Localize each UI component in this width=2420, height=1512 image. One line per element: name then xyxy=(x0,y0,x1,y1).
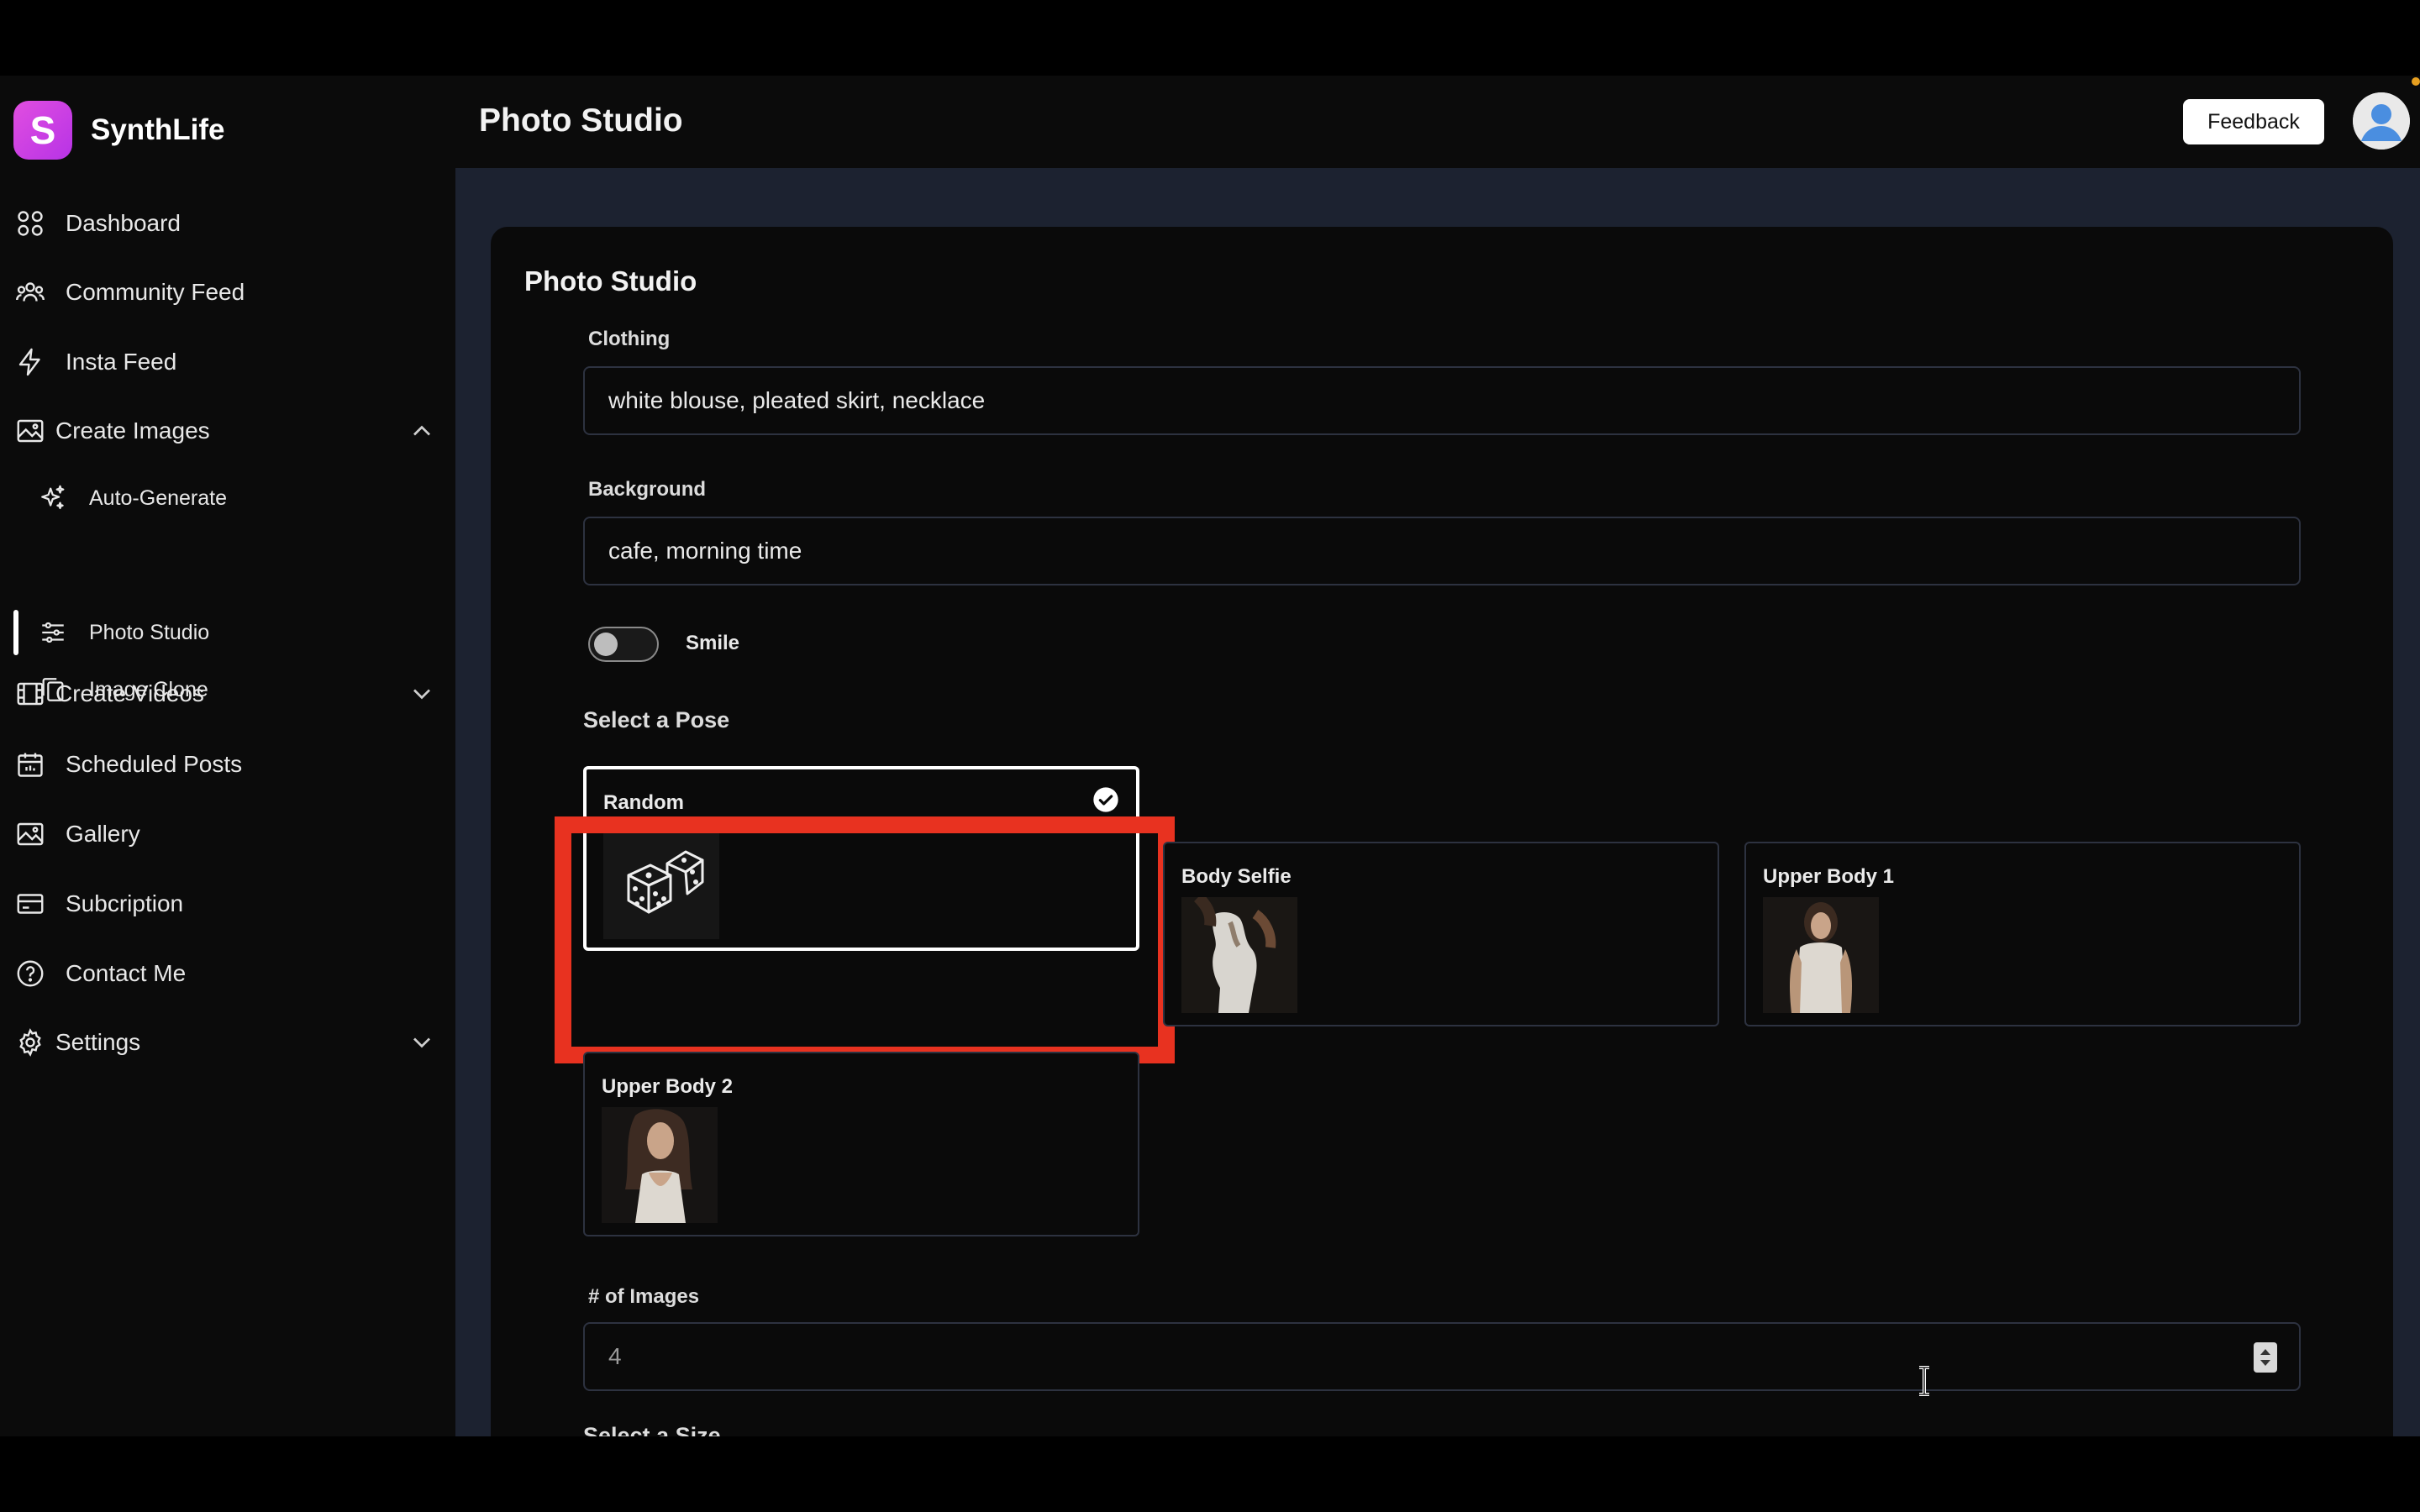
background-input[interactable]: cafe, morning time xyxy=(583,517,2301,585)
chevron-down-icon[interactable] xyxy=(407,1027,437,1058)
calendar-icon xyxy=(13,748,47,781)
sidebar-item-label: Dashboard xyxy=(66,210,181,236)
pose-card-body-selfie[interactable]: Body Selfie xyxy=(1163,842,1719,1026)
person-photo xyxy=(1181,897,1297,1013)
brand-logo: S xyxy=(13,101,72,160)
sidebar-item-label: Contact Me xyxy=(66,960,187,986)
pose-name: Body Selfie xyxy=(1181,865,1292,888)
card-icon xyxy=(13,887,47,921)
background-label: Background xyxy=(588,478,707,501)
sidebar-item-gallery[interactable]: Gallery xyxy=(13,809,442,859)
app-window: S SynthLife Dashboard Community Feed Ins… xyxy=(0,76,2420,1436)
sidebar-subitem-auto-generate[interactable]: Auto-Generate xyxy=(37,475,424,521)
number-stepper[interactable] xyxy=(2254,1342,2277,1373)
pose-thumbnail xyxy=(602,1107,718,1223)
sidebar-item-subscription[interactable]: Subcription xyxy=(13,879,442,929)
sliders-icon xyxy=(37,617,69,648)
sparkles-icon xyxy=(37,482,69,514)
feedback-button[interactable]: Feedback xyxy=(2183,99,2324,144)
gallery-icon xyxy=(13,817,47,851)
pose-name: Upper Body 2 xyxy=(602,1075,734,1098)
sidebar-item-label: Settings xyxy=(55,1029,141,1055)
sidebar-item-label: Scheduled Posts xyxy=(66,751,243,777)
sidebar-subitem-photo-studio[interactable]: Photo Studio xyxy=(37,610,424,655)
film-icon xyxy=(13,677,47,711)
sidebar-item-contact-me[interactable]: Contact Me xyxy=(13,948,442,999)
sidebar-subitem-label: Auto-Generate xyxy=(89,486,227,510)
pose-name: Upper Body 1 xyxy=(1763,865,1895,888)
page-title: Photo Studio xyxy=(479,102,683,139)
avatar[interactable] xyxy=(2353,92,2410,150)
sidebar-group-create-videos[interactable]: Create Videos xyxy=(13,669,442,719)
sidebar-item-label: Subcription xyxy=(66,890,184,916)
grid-icon xyxy=(13,207,47,240)
sidebar-item-scheduled-posts[interactable]: Scheduled Posts xyxy=(13,739,442,790)
sidebar-item-label: Insta Feed xyxy=(66,349,177,375)
smile-label: Smile xyxy=(686,632,740,654)
images-count-input[interactable]: 4 xyxy=(583,1322,2301,1391)
pose-name: Random xyxy=(603,791,684,814)
chevron-up-icon[interactable] xyxy=(407,416,437,446)
person-photo xyxy=(1763,897,1879,1013)
sidebar-item-label: Gallery xyxy=(66,821,140,847)
user-icon xyxy=(2353,92,2410,150)
sidebar-item-label: Community Feed xyxy=(66,279,245,305)
size-section-title: Select a Size xyxy=(583,1423,721,1436)
form-title: Photo Studio xyxy=(524,265,697,297)
pose-card-upper-body-2[interactable]: Upper Body 2 xyxy=(583,1052,1139,1236)
stepper-arrows-icon xyxy=(2260,1349,2270,1366)
sidebar-item-label: Create Images xyxy=(55,417,210,444)
pose-card-upper-body-1[interactable]: Upper Body 1 xyxy=(1744,842,2301,1026)
pose-section-title: Select a Pose xyxy=(583,707,730,732)
users-icon xyxy=(13,276,47,309)
sidebar: S SynthLife Dashboard Community Feed Ins… xyxy=(0,76,455,1436)
text-cursor-icon xyxy=(1919,1366,1929,1396)
active-indicator xyxy=(13,610,18,655)
sidebar-group-settings[interactable]: Settings xyxy=(13,1017,442,1068)
toggle-knob xyxy=(594,633,618,656)
sidebar-item-dashboard[interactable]: Dashboard xyxy=(13,198,442,249)
letterbox-bottom xyxy=(0,1436,2420,1512)
highlight-annotation xyxy=(555,816,1175,1063)
person-photo xyxy=(602,1107,718,1223)
gear-icon xyxy=(13,1026,47,1059)
lightning-icon xyxy=(13,345,47,379)
pose-thumbnail xyxy=(1763,897,1879,1013)
clothing-label: Clothing xyxy=(588,328,671,350)
chevron-down-icon[interactable] xyxy=(407,679,437,709)
notification-dot xyxy=(2412,77,2420,86)
help-icon xyxy=(13,957,47,990)
sidebar-group-create-images[interactable]: Create Images xyxy=(13,406,442,456)
image-icon xyxy=(13,414,47,448)
images-count-label: # of Images xyxy=(588,1285,700,1308)
pose-thumbnail xyxy=(1181,897,1297,1013)
clothing-input[interactable]: white blouse, pleated skirt, necklace xyxy=(583,366,2301,435)
brand-name: SynthLife xyxy=(91,113,225,146)
sidebar-item-insta-feed[interactable]: Insta Feed xyxy=(13,337,442,387)
brand[interactable]: S SynthLife xyxy=(13,101,224,160)
sidebar-item-community-feed[interactable]: Community Feed xyxy=(13,267,442,318)
smile-toggle[interactable] xyxy=(588,627,659,662)
sidebar-item-label: Create Videos xyxy=(55,680,204,706)
check-circle-icon xyxy=(1093,787,1118,812)
sidebar-subitem-label: Photo Studio xyxy=(89,620,210,644)
